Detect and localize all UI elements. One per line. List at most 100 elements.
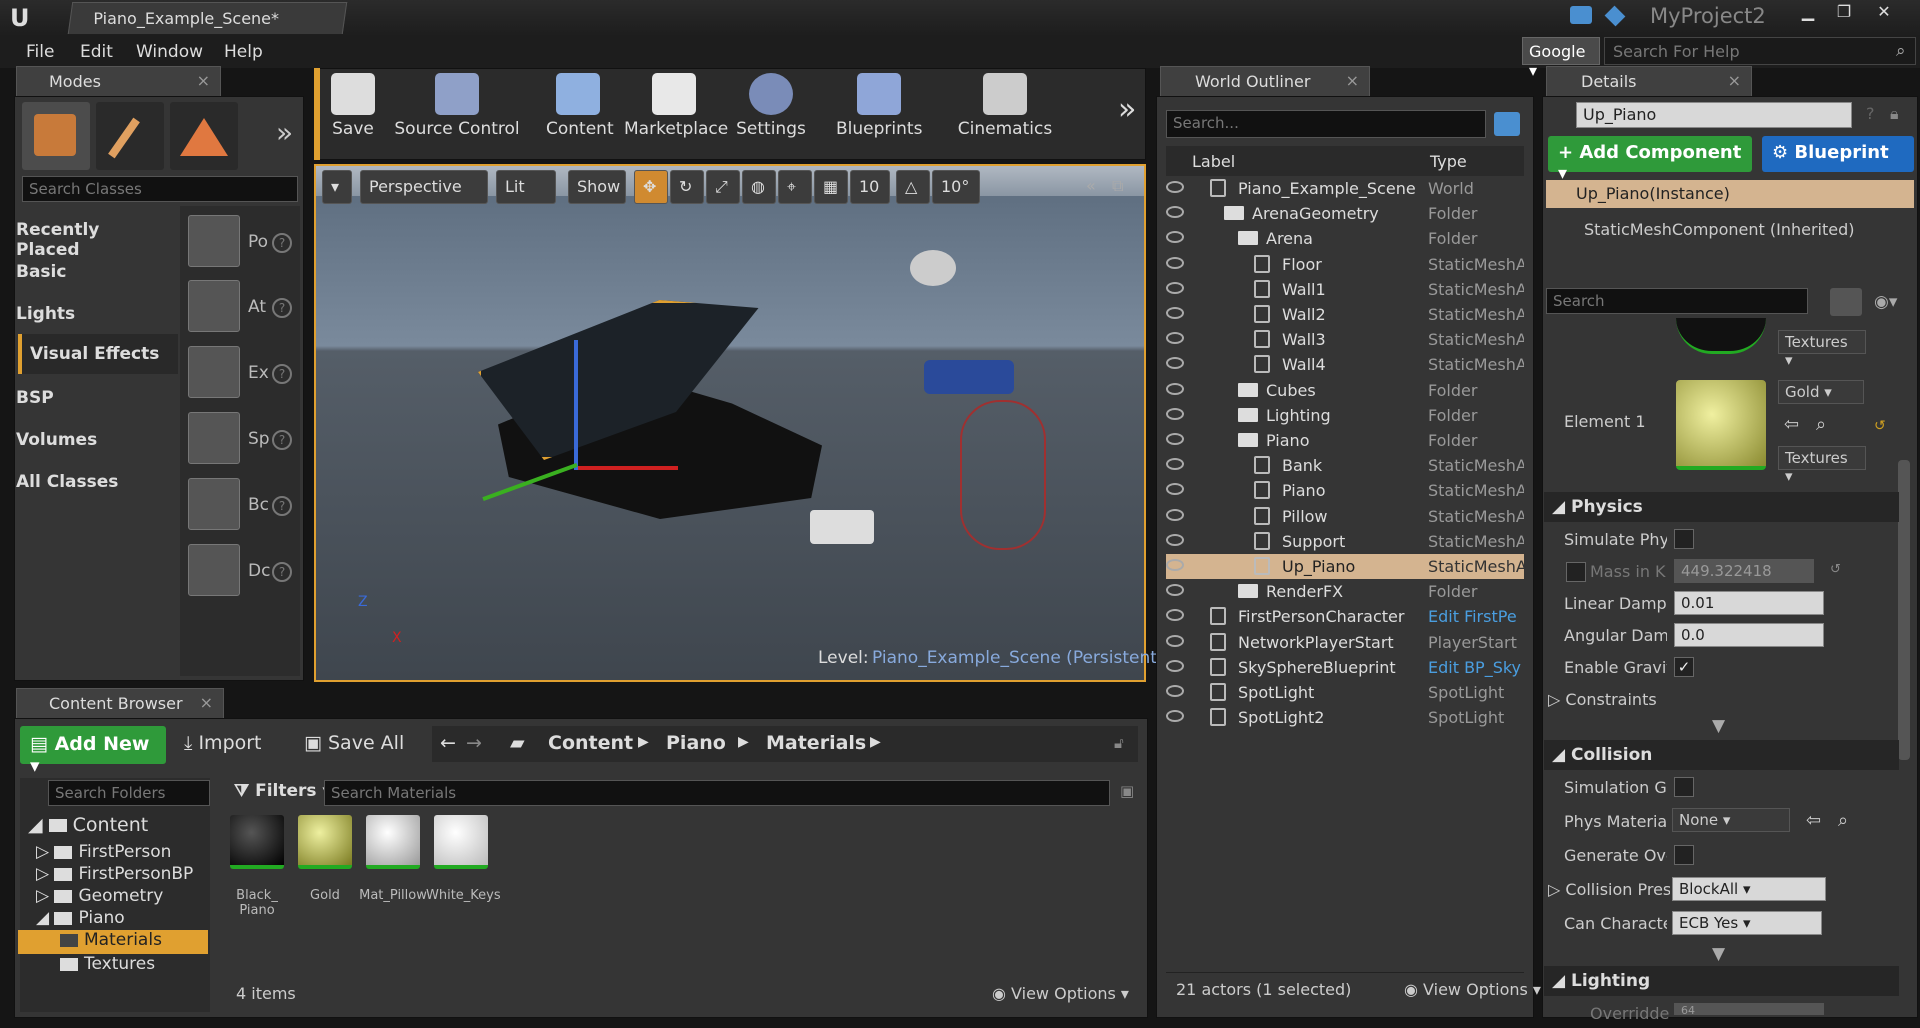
save-search-icon[interactable]: ▣ xyxy=(1120,782,1134,800)
component-instance-row[interactable]: Up_Piano(Instance) xyxy=(1546,180,1914,208)
placeable-thumbnail[interactable] xyxy=(188,478,240,530)
outliner-row[interactable]: NetworkPlayerStart PlayerStart xyxy=(1166,630,1524,655)
content-browser-tab[interactable]: Content Browser × xyxy=(16,688,224,718)
category-visual-effects[interactable]: Visual Effects xyxy=(18,334,178,374)
use-selected-icon[interactable]: ⇦ xyxy=(1784,414,1799,435)
rotation-size-button[interactable]: 10° xyxy=(932,170,980,204)
visibility-eye-icon[interactable] xyxy=(1166,508,1184,521)
outliner-row[interactable]: Wall1 StaticMeshA xyxy=(1166,277,1524,302)
player-capsule[interactable] xyxy=(960,400,1046,550)
visibility-eye-icon[interactable] xyxy=(1166,685,1184,697)
toolbar-overflow-icon[interactable]: » xyxy=(1118,92,1136,127)
piano-bench[interactable] xyxy=(810,510,874,544)
physics-section[interactable]: ◢ Physics xyxy=(1544,492,1899,522)
collision-presets-row[interactable]: ▷ Collision Pres xyxy=(1548,880,1670,899)
blueprints-button[interactable]: Blueprints xyxy=(836,73,922,151)
outliner-row-type[interactable]: Edit BP_Sky xyxy=(1428,658,1524,677)
browse-icon[interactable]: ⌕ xyxy=(1816,414,1826,435)
visibility-eye-icon[interactable] xyxy=(1166,281,1184,294)
help-icon[interactable]: ? xyxy=(272,233,292,253)
label-column-header[interactable]: Label xyxy=(1192,152,1235,171)
viewport-options-icon[interactable]: « xyxy=(1086,176,1096,195)
mass-input[interactable]: 449.322418 xyxy=(1674,559,1814,583)
add-component-button[interactable]: + Add Component ▾ xyxy=(1548,136,1752,184)
menu-help[interactable]: Help xyxy=(224,42,263,62)
paint-mode-button[interactable] xyxy=(96,102,164,170)
details-tab[interactable]: Details × xyxy=(1546,66,1752,96)
visibility-eye-icon[interactable] xyxy=(1166,659,1184,672)
visibility-eye-icon[interactable] xyxy=(1166,307,1184,319)
forward-icon[interactable]: → xyxy=(466,732,482,754)
settings-button[interactable]: Settings xyxy=(736,73,806,151)
visibility-eye-icon[interactable] xyxy=(1166,584,1184,597)
menu-window[interactable]: Window xyxy=(136,42,203,62)
menu-file[interactable]: File xyxy=(26,42,54,62)
content-view-options[interactable]: ◉ View Options ▾ xyxy=(992,984,1129,1003)
search-folders-input[interactable]: Search Folders xyxy=(48,780,210,806)
outliner-row[interactable]: Up_Piano StaticMeshA xyxy=(1166,554,1524,579)
visibility-eye-icon[interactable] xyxy=(1166,634,1184,647)
outliner-row[interactable]: Wall3 StaticMeshA xyxy=(1166,327,1524,352)
perspective-button[interactable]: Perspective xyxy=(360,170,488,204)
more-modes-icon[interactable]: » xyxy=(276,116,293,149)
scale-tool-button[interactable]: ⤢ xyxy=(706,170,740,204)
close-icon[interactable]: × xyxy=(200,693,213,712)
close-icon[interactable]: × xyxy=(197,71,210,90)
category-volumes[interactable]: Volumes xyxy=(8,420,163,460)
back-icon[interactable]: ← xyxy=(440,732,456,754)
outliner-row[interactable]: Lighting Folder xyxy=(1166,403,1524,428)
close-button[interactable]: ✕ xyxy=(1866,0,1902,24)
placeable-thumbnail[interactable] xyxy=(188,346,240,398)
outliner-row[interactable]: ArenaGeometry Folder xyxy=(1166,201,1524,226)
content-button[interactable]: Content xyxy=(546,73,614,151)
placeable-thumbnail[interactable] xyxy=(188,412,240,464)
textures-dropdown[interactable]: Textures ▾ xyxy=(1778,330,1866,369)
category-all-classes[interactable]: All Classes xyxy=(8,462,163,502)
eye-icon[interactable]: ◉▾ xyxy=(1874,292,1897,312)
outliner-row[interactable]: Floor StaticMeshA xyxy=(1166,252,1524,277)
tree-item-content[interactable]: ◢ Content xyxy=(28,814,148,836)
details-search-input[interactable]: Search xyxy=(1546,288,1808,314)
surface-snap-button[interactable]: ⌖ xyxy=(778,170,812,204)
outliner-row[interactable]: RenderFX Folder xyxy=(1166,579,1524,604)
outliner-row[interactable]: Cubes Folder xyxy=(1166,378,1524,403)
help-icon[interactable]: ? xyxy=(272,562,292,582)
material-dropdown[interactable]: Gold ▾ xyxy=(1778,380,1864,404)
add-new-button[interactable]: ▤ Add New ▾ xyxy=(20,726,166,777)
material-black-piano[interactable] xyxy=(230,815,284,869)
browse-icon[interactable]: ⌕ xyxy=(1838,810,1848,831)
visibility-eye-icon[interactable] xyxy=(1166,559,1184,571)
actor-name-input[interactable]: Up_Piano xyxy=(1576,102,1852,128)
type-column-header[interactable]: Type xyxy=(1430,152,1467,171)
search-engine-select[interactable]: Google ▾ xyxy=(1522,37,1600,80)
collision-presets-dropdown[interactable]: BlockAll ▾ xyxy=(1672,877,1826,901)
outliner-view-options[interactable]: ◉ View Options ▾ xyxy=(1404,980,1541,999)
angular-damping-input[interactable]: 0.0 xyxy=(1674,623,1824,647)
camera-icon[interactable] xyxy=(924,360,1014,394)
visibility-eye-icon[interactable] xyxy=(1166,382,1184,395)
close-icon[interactable]: × xyxy=(1346,71,1359,90)
linear-damping-input[interactable]: 0.01 xyxy=(1674,591,1824,615)
simulate-physics-checkbox[interactable] xyxy=(1674,529,1694,549)
save-button[interactable]: Save xyxy=(326,73,380,151)
rotation-snap-button[interactable]: △ xyxy=(896,170,930,204)
list-view-icon[interactable] xyxy=(1830,288,1862,316)
landscape-mode-button[interactable] xyxy=(170,102,238,170)
can-character-dropdown[interactable]: ECB Yes ▾ xyxy=(1672,911,1822,935)
tree-item-textures[interactable]: Textures xyxy=(60,954,155,974)
material-pillow[interactable] xyxy=(366,815,420,869)
import-button[interactable]: ⤓ Import xyxy=(184,732,262,754)
marketplace-button[interactable]: Marketplace xyxy=(624,73,728,151)
details-scrollbar[interactable] xyxy=(1898,460,1910,760)
collision-section[interactable]: ◢ Collision xyxy=(1544,740,1899,770)
lock-icon[interactable]: 🔓︎ xyxy=(1114,734,1124,752)
breadcrumb-piano[interactable]: Piano xyxy=(666,732,726,754)
show-button[interactable]: Show xyxy=(568,170,626,204)
visibility-eye-icon[interactable] xyxy=(1166,206,1184,219)
textures-dropdown-2[interactable]: Textures ▾ xyxy=(1778,446,1866,485)
rotate-tool-button[interactable]: ↻ xyxy=(670,170,704,204)
source-control-button[interactable]: Source Control xyxy=(394,73,520,151)
maximize-viewport-icon[interactable]: ⧉ xyxy=(1112,176,1123,196)
simulation-generates-checkbox[interactable] xyxy=(1674,777,1694,797)
search-classes-input[interactable]: Search Classes xyxy=(22,176,298,202)
